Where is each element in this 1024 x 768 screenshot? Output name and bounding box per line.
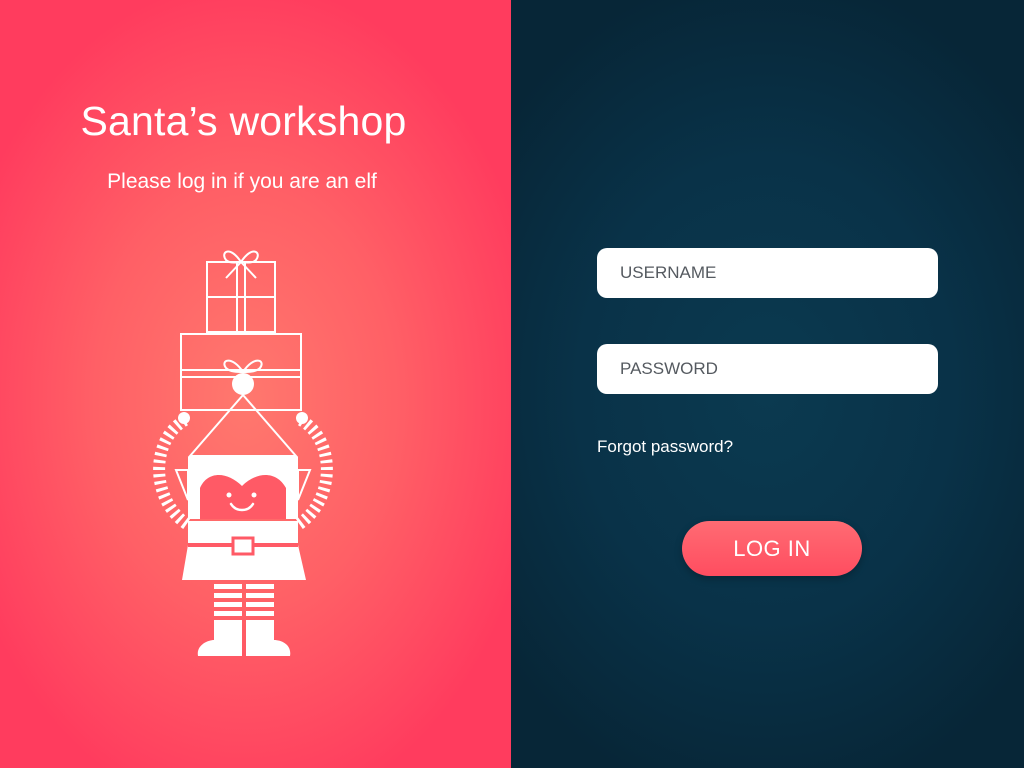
password-input[interactable]: [597, 344, 938, 394]
elf-carrying-gifts-icon: [153, 250, 333, 656]
username-input[interactable]: [597, 248, 938, 298]
page-title: Santa’s workshop: [80, 98, 407, 144]
login-button[interactable]: LOG IN: [682, 521, 862, 576]
intro-panel: Santa’s workshop Please log in if you ar…: [0, 0, 511, 768]
page-subtitle: Please log in if you are an elf: [107, 170, 377, 193]
login-panel: Forgot password? LOG IN: [511, 0, 1024, 768]
forgot-password-link[interactable]: Forgot password?: [597, 437, 733, 457]
